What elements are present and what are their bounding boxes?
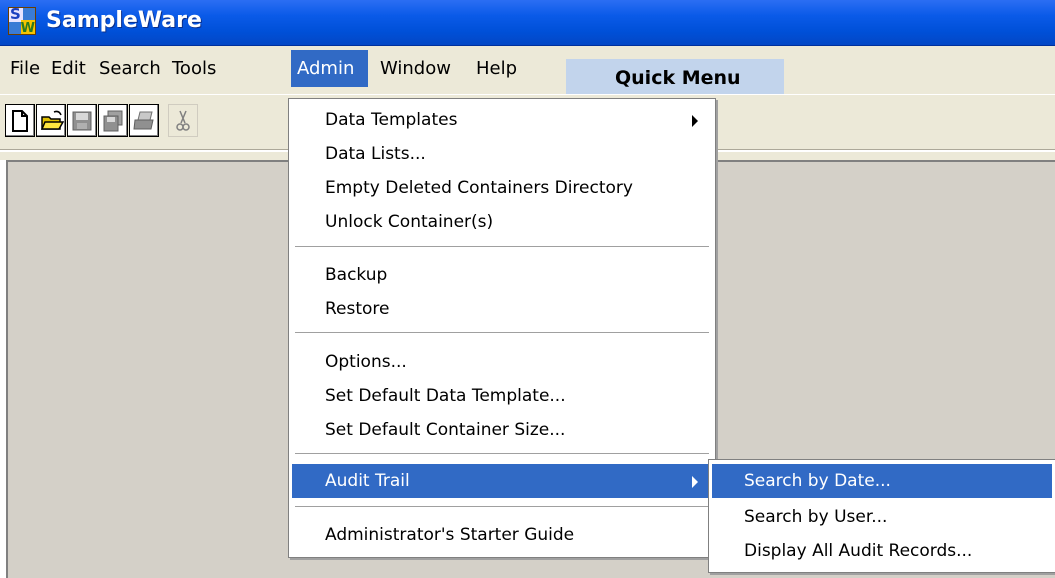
menu-window[interactable]: Window [374, 50, 457, 87]
new-document-icon [12, 110, 28, 132]
menu-edit[interactable]: Edit [45, 50, 92, 87]
open-folder-icon [40, 110, 64, 130]
save-all-button[interactable] [98, 104, 128, 137]
menu-item-label: Audit Trail [325, 471, 410, 491]
menu-separator [295, 332, 709, 334]
menu-item-backup[interactable]: Backup [292, 258, 712, 292]
title-bar: S W SampleWare [0, 0, 1055, 46]
sampleware-window: S W SampleWare File Edit Search Tools Ad… [0, 0, 1055, 578]
menu-help[interactable]: Help [470, 50, 523, 87]
quick-menu[interactable]: Quick Menu [566, 59, 784, 97]
submenu-item-display-all-audit-records[interactable]: Display All Audit Records... [712, 534, 1052, 568]
menu-item-unlock-containers[interactable]: Unlock Container(s) [292, 205, 712, 239]
print-icon [133, 111, 154, 130]
menu-tools[interactable]: Tools [166, 50, 222, 87]
print-button[interactable] [129, 104, 159, 137]
menu-item-label: Data Templates [325, 110, 458, 130]
menu-item-restore[interactable]: Restore [292, 292, 712, 326]
save-all-icon [103, 110, 123, 132]
menu-bar: File Edit Search Tools Admin Window Help… [0, 46, 1055, 97]
menu-item-options[interactable]: Options... [292, 345, 712, 379]
menu-search[interactable]: Search [93, 50, 167, 87]
admin-menu-dropdown: Data Templates Data Lists... Empty Delet… [288, 98, 716, 558]
menu-separator [295, 246, 709, 248]
submenu-arrow-icon [692, 476, 698, 488]
menu-item-set-default-container-size[interactable]: Set Default Container Size... [292, 413, 712, 447]
menu-admin[interactable]: Admin [291, 50, 368, 87]
new-document-button[interactable] [5, 104, 35, 137]
menu-item-data-templates[interactable]: Data Templates [292, 103, 712, 137]
submenu-arrow-icon [692, 115, 698, 127]
audit-trail-submenu: Search by Date... Search by User... Disp… [708, 459, 1055, 573]
menu-item-administrators-starter-guide[interactable]: Administrator's Starter Guide [292, 518, 712, 552]
submenu-item-search-by-date[interactable]: Search by Date... [712, 464, 1052, 498]
menu-item-empty-deleted-containers[interactable]: Empty Deleted Containers Directory [292, 171, 712, 205]
save-icon [72, 111, 92, 131]
menu-file[interactable]: File [4, 50, 46, 87]
menu-separator [295, 506, 709, 508]
app-icon-letter-s: S [10, 7, 21, 23]
submenu-item-search-by-user[interactable]: Search by User... [712, 500, 1052, 534]
menu-item-data-lists[interactable]: Data Lists... [292, 137, 712, 171]
window-title: SampleWare [46, 8, 202, 33]
save-button[interactable] [67, 104, 97, 137]
menu-item-set-default-data-template[interactable]: Set Default Data Template... [292, 379, 712, 413]
menu-separator [295, 453, 709, 455]
cut-button[interactable] [168, 104, 198, 137]
menu-item-audit-trail[interactable]: Audit Trail [292, 464, 712, 498]
cut-icon [176, 110, 190, 131]
sampleware-app-icon[interactable]: S W [8, 7, 36, 35]
open-folder-button[interactable] [36, 104, 66, 137]
app-icon-letter-w: W [20, 21, 35, 35]
